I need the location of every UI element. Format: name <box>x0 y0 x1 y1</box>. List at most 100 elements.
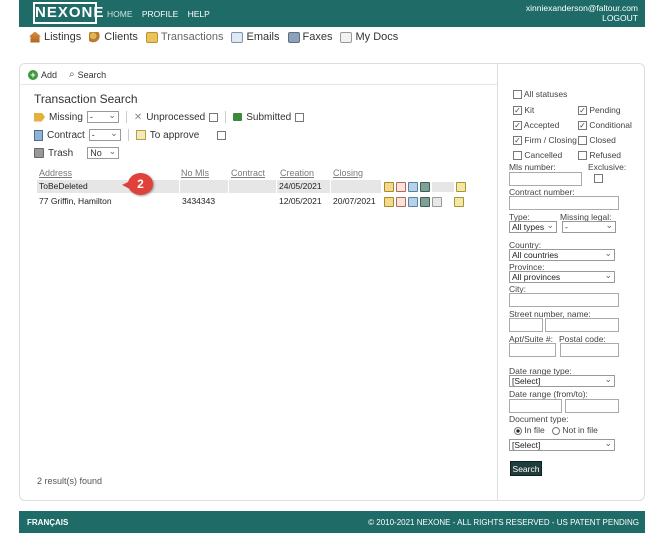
row-actions <box>384 195 464 208</box>
type-select[interactable]: All types <box>509 220 557 233</box>
col-address[interactable]: Address <box>39 168 72 178</box>
accepted-checkbox[interactable]: ✓ <box>513 121 522 131</box>
divider <box>127 129 129 141</box>
all-statuses-row[interactable]: All statuses <box>513 89 568 100</box>
col-closing[interactable]: Closing <box>333 168 363 178</box>
printer-icon <box>287 31 300 43</box>
copyright: © 2010-2021 NEXONE - ALL RIGHTS RESERVED… <box>368 518 639 527</box>
status-pending[interactable]: ✓ Pending <box>578 105 621 116</box>
email-icon[interactable] <box>408 181 418 192</box>
firm-closing-checkbox[interactable]: ✓ <box>513 136 522 146</box>
logout-link[interactable]: LOGOUT <box>526 13 638 23</box>
country-select[interactable]: All countries <box>509 248 615 261</box>
kit-checkbox[interactable]: ✓ <box>513 106 522 116</box>
nav-home-link[interactable]: HOME <box>107 9 133 19</box>
kit-label: Kit <box>524 105 535 115</box>
table-row[interactable]: 77 Griffin, Hamilton 3434343 12/05/2021 … <box>37 195 464 208</box>
nav-emails[interactable]: Emails <box>231 31 280 43</box>
add-button[interactable]: + Add <box>28 69 57 80</box>
missing-select[interactable]: - <box>86 110 119 123</box>
unprocessed-icon: ✕ <box>133 111 143 123</box>
cancelled-checkbox[interactable] <box>513 151 522 161</box>
all-statuses-label: All statuses <box>523 89 568 99</box>
contract-number-input[interactable] <box>509 196 619 210</box>
date-to-input[interactable] <box>565 399 619 413</box>
status-closed[interactable]: Closed <box>578 135 616 146</box>
edit-icon[interactable] <box>456 181 466 192</box>
search-button[interactable]: Search <box>510 461 542 476</box>
nav-listings[interactable]: Listings <box>29 31 81 43</box>
postal-input[interactable] <box>560 343 619 357</box>
closed-checkbox[interactable] <box>578 136 587 146</box>
col-creation[interactable]: Creation <box>280 168 314 178</box>
nav-faxes[interactable]: Faxes <box>287 31 332 43</box>
street-number-input[interactable] <box>509 318 543 332</box>
doc-type-select[interactable]: [Select] <box>509 438 615 451</box>
status-kit[interactable]: ✓ Kit <box>513 105 535 116</box>
form-icon[interactable] <box>396 181 406 192</box>
file-icon[interactable] <box>384 181 394 192</box>
exclusive-label: Exclusive: <box>588 162 627 172</box>
status-cancelled[interactable]: Cancelled <box>513 150 562 161</box>
apt-input[interactable] <box>509 343 556 357</box>
row-contract <box>229 180 276 193</box>
trash-label: Trash <box>48 147 74 159</box>
nav-transactions[interactable]: Transactions <box>145 31 224 43</box>
print-icon[interactable] <box>420 181 430 192</box>
pending-checkbox[interactable]: ✓ <box>578 106 587 116</box>
print-icon[interactable] <box>420 196 430 207</box>
mls-number-input[interactable] <box>509 172 582 186</box>
city-input[interactable] <box>509 293 619 307</box>
house-icon[interactable] <box>432 196 442 207</box>
status-refused[interactable]: Refused <box>578 150 621 161</box>
row-closing <box>331 180 381 193</box>
nav-transactions-label: Transactions <box>160 31 224 43</box>
trash-select[interactable]: No <box>87 146 120 159</box>
missing-legal-select[interactable]: - <box>562 220 616 233</box>
refused-checkbox[interactable] <box>578 151 587 161</box>
date-range-type-select[interactable]: [Select] <box>509 374 615 387</box>
not-in-file-radio[interactable] <box>552 426 560 435</box>
row-address[interactable]: 77 Griffin, Hamilton <box>37 195 179 208</box>
nav-help-link[interactable]: HELP <box>188 9 210 19</box>
exclusive-checkbox[interactable] <box>594 174 603 183</box>
all-statuses-checkbox[interactable] <box>513 90 522 100</box>
col-no-mls[interactable]: No Mls <box>181 168 209 178</box>
submitted-label: Submitted <box>246 111 292 123</box>
nav-profile-link[interactable]: PROFILE <box>142 9 178 19</box>
divider <box>225 111 227 123</box>
submitted-checkbox[interactable] <box>295 112 305 122</box>
mls-number-label: Mls number: <box>509 162 556 172</box>
status-accepted[interactable]: ✓ Accepted <box>513 120 559 131</box>
in-file-option[interactable]: In file <box>514 425 545 435</box>
to-approve-checkbox[interactable] <box>217 130 227 140</box>
nav-clients[interactable]: Clients <box>89 31 138 43</box>
edit-icon[interactable] <box>454 196 464 207</box>
unprocessed-checkbox[interactable] <box>209 112 219 122</box>
status-conditional[interactable]: ✓ Conditional <box>578 120 632 131</box>
row-address[interactable]: ToBeDeleted <box>37 180 179 193</box>
form-icon[interactable] <box>396 196 406 207</box>
missing-filter: Missing - ✕ Unprocessed Submitted <box>34 110 305 123</box>
province-select[interactable]: All provinces <box>509 270 615 283</box>
document-icon <box>340 31 353 43</box>
contract-select[interactable]: - <box>88 128 121 141</box>
not-in-file-option[interactable]: Not in file <box>552 425 598 435</box>
contract-label: Contract <box>47 129 85 141</box>
col-contract[interactable]: Contract <box>231 168 265 178</box>
table-row[interactable]: ToBeDeleted 24/05/2021 <box>37 180 466 193</box>
language-link[interactable]: FRANÇAIS <box>27 518 68 527</box>
street-name-input[interactable] <box>545 318 619 332</box>
file-icon[interactable] <box>384 196 394 207</box>
date-from-input[interactable] <box>509 399 562 413</box>
nexone-logo[interactable]: NEXONE <box>33 2 103 24</box>
nav-my-docs[interactable]: My Docs <box>340 31 398 43</box>
step-callout: 2 <box>122 173 153 195</box>
contract-icon <box>34 129 43 141</box>
submitted-icon <box>233 113 243 121</box>
conditional-checkbox[interactable]: ✓ <box>578 121 587 131</box>
status-firm-closing[interactable]: ✓ Firm / Closing <box>513 135 577 146</box>
search-toggle[interactable]: ⌕ Search <box>69 69 106 80</box>
in-file-radio[interactable] <box>514 426 522 435</box>
email-icon[interactable] <box>408 196 418 207</box>
